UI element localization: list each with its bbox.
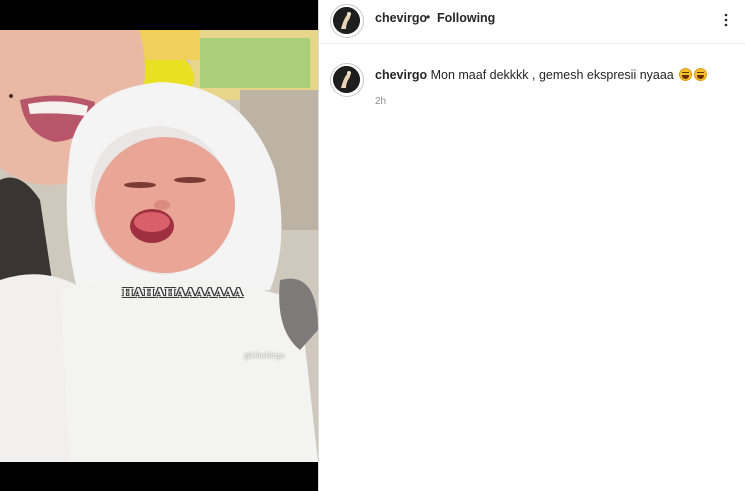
media-watermark: @CheVirgo [244,352,285,360]
author-username[interactable]: chevirgo [375,11,427,25]
media-letterbox-top [0,0,318,30]
media-overlay-text: HAHAHAAAAAAA [122,286,244,300]
comment-text: Mon maaf dekkkk , gemesh ekspresii nyaaa [430,68,674,82]
post-side-panel: chevirgo • Following chevirgo Mon maaf d… [319,0,745,491]
comment-body: chevirgo Mon maaf dekkkk , gemesh ekspre… [375,68,708,82]
avatar-image [333,7,360,34]
post-media[interactable]: HAHAHAAAAAAA @CheVirgo [0,30,318,462]
grinning-sweat-emoji-icon [694,68,708,81]
comment-avatar[interactable] [330,63,364,97]
comment-avatar-image [333,66,360,93]
grinning-sweat-emoji-icon [679,68,693,81]
instagram-post-view: HAHAHAAAAAAA @CheVirgo chevirgo • Follow… [0,0,745,491]
header-separator: • [426,10,431,24]
post-header: chevirgo • Following [319,0,745,44]
media-image [0,30,318,462]
media-letterbox-bottom [0,462,318,491]
comment-username[interactable]: chevirgo [375,68,427,82]
more-options-icon[interactable] [723,13,729,27]
following-button[interactable]: Following [437,11,495,25]
comment-timestamp[interactable]: 2h [375,96,386,107]
author-avatar[interactable] [330,4,364,38]
